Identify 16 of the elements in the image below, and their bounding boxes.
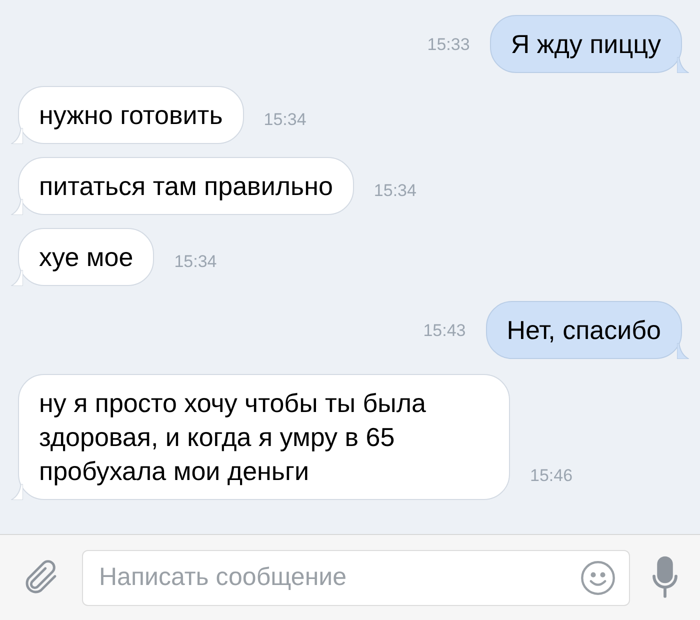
message-input[interactable]: Написать сообщение (99, 558, 579, 596)
message-time: 15:46 (530, 464, 573, 486)
message-time: 15:34 (264, 108, 306, 130)
message-text: Нет, спасибо (506, 315, 661, 345)
message-time: 15:34 (374, 180, 416, 202)
message-time: 15:43 (423, 320, 466, 342)
smiley-icon[interactable] (579, 558, 617, 596)
message-text: Я жду пиццу (510, 29, 661, 59)
message-time: 15:33 (427, 34, 470, 56)
message-field[interactable]: Написать сообщение (82, 550, 630, 606)
message-time: 15:34 (174, 250, 217, 272)
message-text: нужно готовить (39, 100, 223, 130)
message-text: питаться там правильно (39, 171, 333, 201)
message-text: хуе мое (39, 242, 134, 272)
message-text: ну я просто хочу чтобы ты была здоровая, и когда я умру в 65 пробухала мои деньги (39, 388, 426, 486)
microphone-icon[interactable] (650, 556, 680, 600)
